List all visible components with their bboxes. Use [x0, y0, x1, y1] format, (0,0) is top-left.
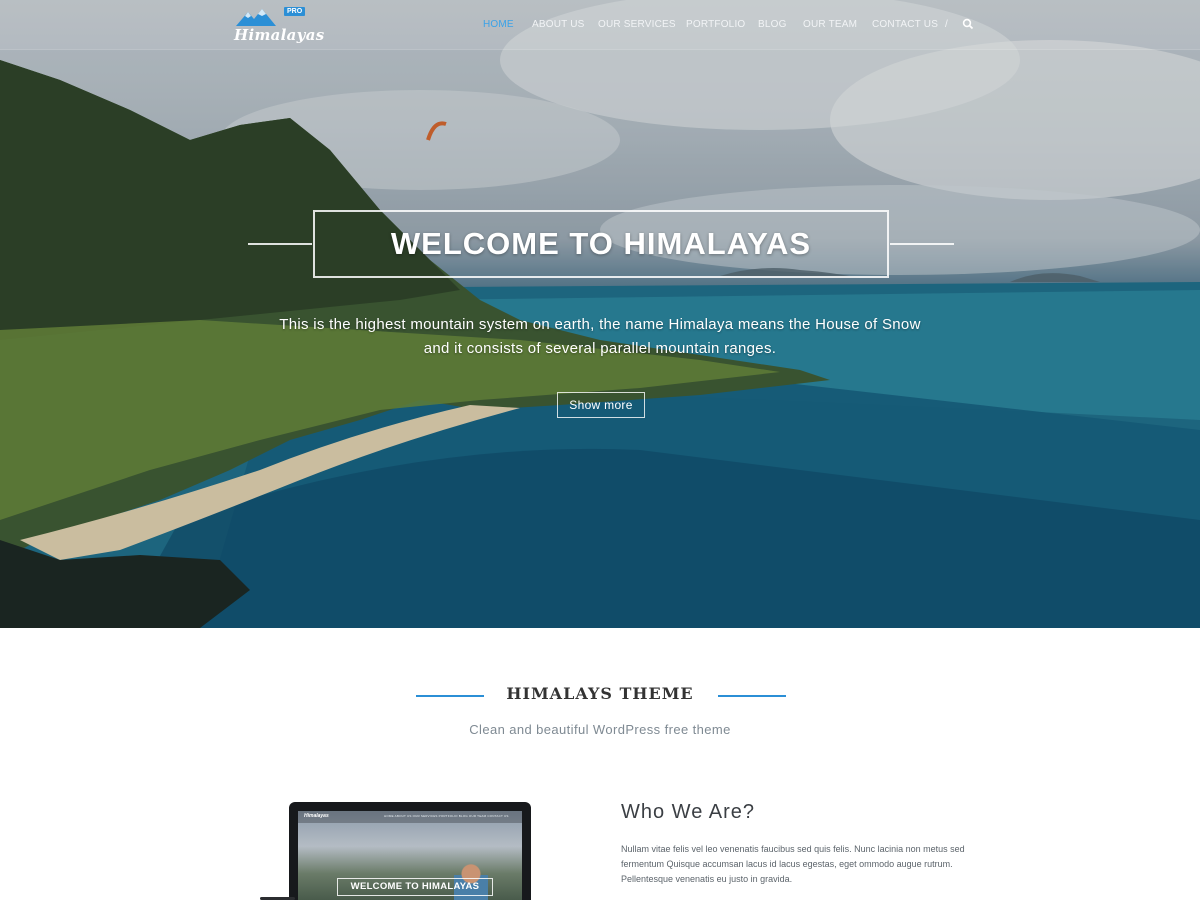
hero-description-line-2: and it consists of several parallel moun…: [423, 340, 777, 357]
title-left-line: [248, 243, 312, 245]
nav-item-about-us[interactable]: ABOUT US: [532, 19, 585, 30]
nav-item-portfolio[interactable]: PORTFOLIO: [686, 19, 745, 30]
nav-separator: /: [945, 19, 948, 30]
hero-section: PRO Himalayas HOME ABOUT US OUR SERVICES…: [0, 0, 1200, 628]
about-text: Nullam vitae felis vel leo venenatis fau…: [621, 844, 965, 884]
nav-item-blog[interactable]: BLOG: [758, 19, 787, 30]
monitor-preview-image: Himalayas HOME ABOUT US OUR SERVICES POR…: [289, 802, 531, 900]
nav-item-our-services[interactable]: OUR SERVICES: [598, 19, 676, 30]
section-heading: HIMALAYS THEME: [506, 684, 694, 703]
preview-title: WELCOME TO HIMALAYAS: [337, 878, 493, 896]
preview-nav-links: HOME ABOUT US OUR SERVICES PORTFOLIO BLO…: [384, 814, 509, 818]
hero-description-line-1: This is the highest mountain system on e…: [279, 316, 921, 333]
preview-logo-text: Himalayas: [304, 813, 329, 819]
logo-pro-badge: PRO: [284, 7, 306, 16]
nav-item-contact-us[interactable]: CONTACT US: [872, 19, 938, 30]
logo-text[interactable]: Himalayas: [234, 26, 324, 44]
section-subheading: Clean and beautiful WordPress free theme: [469, 722, 731, 737]
show-more-button[interactable]: Show more: [557, 392, 645, 418]
search-icon[interactable]: [962, 18, 974, 30]
nav-item-home[interactable]: HOME: [483, 19, 514, 30]
title-right-line: [890, 243, 954, 245]
hero-description: This is the highest mountain system on e…: [250, 313, 950, 361]
top-navigation-bar: PRO Himalayas HOME ABOUT US OUR SERVICES…: [0, 0, 1200, 50]
about-title: Who We Are?: [621, 801, 756, 823]
nav-item-our-team[interactable]: OUR TEAM: [803, 19, 857, 30]
hero-title: WELCOME TO HIMALAYAS: [390, 226, 812, 261]
monitor-screen: Himalayas HOME ABOUT US OUR SERVICES POR…: [298, 811, 522, 900]
